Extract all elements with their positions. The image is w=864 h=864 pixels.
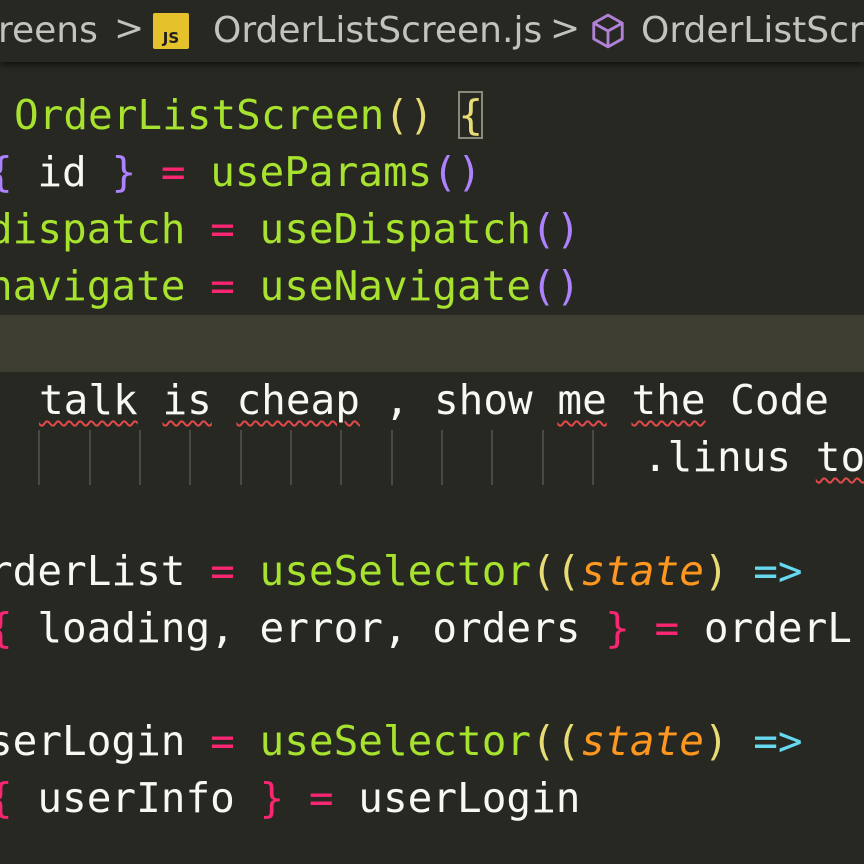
function-name: OrderListScreen (14, 91, 385, 139)
indent-guide (491, 430, 493, 485)
indent-guide (240, 430, 242, 485)
code-line: { id } = useParams() (0, 148, 482, 196)
indent-guide (139, 430, 141, 485)
js-file-icon: JS (153, 13, 189, 49)
code-line: rderList = useSelector((state) => (0, 547, 803, 595)
indent-guide (391, 430, 393, 485)
indent-guide (441, 430, 443, 485)
indent-guide (542, 430, 544, 485)
indent-guide (592, 430, 594, 485)
indent-guide (38, 430, 40, 485)
breadcrumb-symbol[interactable]: OrderListScr (641, 10, 864, 52)
indent-guide (89, 430, 91, 485)
breadcrumb-file[interactable]: OrderListScreen.js (213, 10, 542, 52)
code-line: { loading, error, orders } = orderL (0, 604, 852, 652)
matched-brace: { (458, 91, 484, 139)
symbol-method-icon (592, 13, 624, 49)
comment-line: talk is cheap , show me the Code (39, 376, 829, 424)
code-line: { userInfo } = userLogin (0, 774, 581, 822)
indent-guide (290, 430, 292, 485)
current-line-highlight[interactable] (0, 315, 864, 372)
breadcrumb: reens > JS OrderListScreen.js > OrderLis… (0, 0, 864, 62)
code-editor[interactable]: OrderListScreen() { { id } = useParams()… (0, 62, 864, 864)
code-line: navigate = useNavigate() (0, 262, 581, 310)
chevron-right-icon: > (550, 8, 581, 49)
code-line: OrderListScreen() { (14, 91, 484, 139)
indent-guide (189, 430, 191, 485)
code-line: dispatch = useDispatch() (0, 205, 581, 253)
indent-guide (340, 430, 342, 485)
breadcrumb-folder[interactable]: reens (0, 10, 98, 52)
code-line: serLogin = useSelector((state) => (0, 717, 803, 765)
comment-line: .linus to (643, 433, 864, 481)
chevron-right-icon: > (114, 8, 145, 49)
